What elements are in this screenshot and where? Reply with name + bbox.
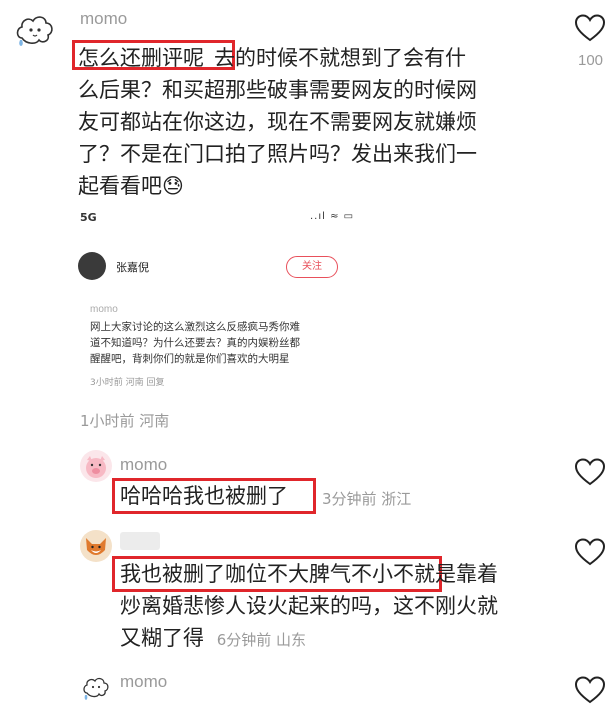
- comment-line: 起看看吧: [78, 174, 162, 198]
- like-heart-icon[interactable]: [575, 458, 605, 486]
- like-heart-icon[interactable]: [575, 538, 605, 566]
- pig-avatar-icon: [86, 456, 106, 478]
- fox-avatar-icon: [86, 538, 106, 555]
- status-icons: ..ıl ≈ ▭: [310, 211, 355, 222]
- avatar[interactable]: [80, 530, 112, 562]
- status-signal: 5G: [80, 211, 97, 224]
- comment-line: 道不知道吗？为什么还要去？真的内娱粉丝都: [90, 337, 300, 349]
- comment-line: 友可都站在你这边，现在不需要网友就嫌烦: [78, 110, 477, 134]
- cloud-avatar-icon: [16, 16, 53, 46]
- reply-username[interactable]: momo: [120, 455, 167, 475]
- avatar[interactable]: [80, 672, 112, 704]
- profile-name: 张嘉倪: [116, 261, 149, 274]
- reply-line: 炒离婚悲惨人设火起来的吗，这不刚火就: [120, 594, 498, 618]
- comment-line: 么后果？和买超那些破事需要网友的时候网: [78, 78, 477, 102]
- comment-text: 网上大家讨论的这么激烈这么反感疯马秀你难 道不知道吗？为什么还要去？真的内娱粉丝…: [90, 319, 360, 367]
- like-heart-icon[interactable]: [575, 14, 605, 42]
- comment-line: 去的时候不就想到了会有什: [214, 46, 466, 70]
- comment-username: momo: [90, 304, 118, 315]
- avatar[interactable]: [80, 450, 112, 482]
- reply-text: 我也被删了咖位不大脾气不小不就是靠着 炒离婚悲惨人设火起来的吗，这不刚火就 又糊…: [120, 558, 570, 656]
- like-heart-icon[interactable]: [575, 676, 605, 704]
- follow-button[interactable]: 关注: [286, 256, 338, 278]
- comment-meta: 3小时前 河南 回复: [90, 378, 165, 388]
- emoji: 😓: [162, 174, 184, 198]
- comment-text: 怎么还删评呢 去的时候不就想到了会有什 么后果？和买超那些破事需要网友的时候网 友…: [78, 42, 578, 202]
- reply-username[interactable]: momo: [120, 672, 167, 692]
- reply-line: 不就是靠着: [393, 562, 498, 586]
- highlighted-text: 我也被删了咖位不大脾气不小: [120, 562, 393, 586]
- reply-meta: 6分钟前 山东: [216, 631, 306, 649]
- comment-line: 醒醒吧，背刺你们的就是你们喜欢的大明星: [90, 353, 290, 365]
- avatar: [78, 252, 106, 280]
- like-count: 100: [578, 52, 604, 69]
- highlighted-text: 怎么还删评呢: [78, 46, 204, 70]
- reply-content: 哈哈哈我也被删了: [120, 484, 288, 508]
- embedded-screenshot: 5G ..ıl ≈ ▭ 张嘉倪 关注 momo 网上大家讨论的这么激烈这么反感疯…: [72, 205, 372, 405]
- comment-meta: 1小时前 河南: [80, 412, 170, 430]
- reply-text: 哈哈哈我也被删了: [120, 480, 288, 512]
- cloud-avatar-icon: [83, 677, 109, 700]
- avatar[interactable]: [12, 8, 58, 54]
- reply-line: 又糊了得: [120, 626, 204, 650]
- comment-username[interactable]: momo: [80, 9, 127, 29]
- reply-meta: 3分钟前 浙江: [322, 490, 412, 508]
- comment-line: 了？不是在门口拍了照片吗？发出来我们一: [78, 142, 477, 166]
- comment-line: 网上大家讨论的这么激烈这么反感疯马秀你难: [90, 321, 300, 333]
- username-placeholder: [120, 532, 160, 550]
